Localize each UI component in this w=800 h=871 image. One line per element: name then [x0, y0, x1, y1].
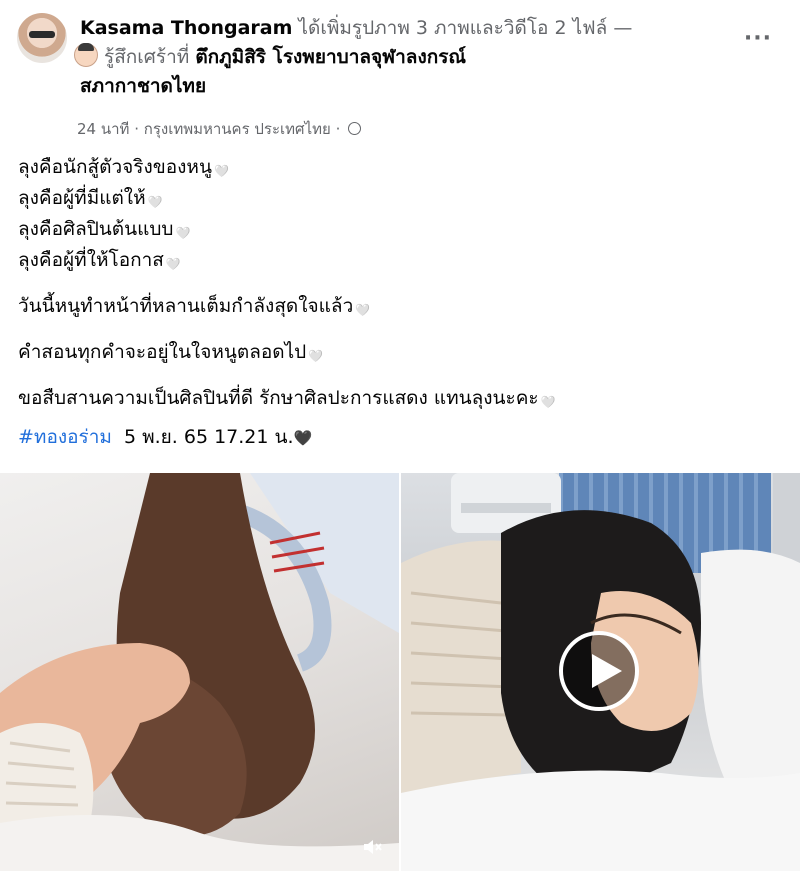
body-line: ลุงคือผู้ที่ให้โอกาส 🤍	[18, 245, 788, 276]
globe-icon	[348, 122, 362, 135]
post-meta: 24 นาที · กรุงเทพมหานคร ประเทศไทย ·	[77, 117, 362, 141]
meta-separator-2: ·	[330, 120, 346, 138]
hashtag-link[interactable]: #ทองอร่าม	[18, 426, 112, 448]
white-heart-icon: 🤍	[175, 226, 191, 240]
post-time[interactable]: 24 นาที	[77, 120, 129, 138]
white-heart-icon: 🤍	[165, 257, 181, 271]
place-name-2[interactable]: สภากาชาดไทย	[80, 75, 206, 97]
post-header: Kasama Thongaram ได้เพิ่มรูปภาพ 3 ภาพและ…	[0, 0, 800, 150]
body-paragraph: ขอสืบสานความเป็นศิลปินที่ดี รักษาศิลปะกา…	[18, 383, 788, 414]
volume-icon[interactable]	[361, 835, 385, 859]
post-location[interactable]: กรุงเทพมหานคร ประเทศไทย	[144, 120, 331, 138]
body-para-3: คำสอนทุกคำจะอยู่ในใจหนูตลอดไป	[18, 341, 307, 363]
sad-face-icon	[74, 43, 98, 67]
more-options-button[interactable]: ···	[744, 26, 772, 51]
avatar[interactable]	[17, 13, 67, 63]
facebook-post: Kasama Thongaram ได้เพิ่มรูปภาพ 3 ภาพและ…	[0, 0, 800, 871]
post-body: ลุงคือนักสู้ตัวจริงของหนู 🤍 ลุงคือผู้ที่ม…	[18, 152, 788, 453]
body-line-text-1: ลุงคือนักสู้ตัวจริงของหนู	[18, 156, 212, 178]
body-para-2: วันนี้หนูทำหน้าที่หลานเต็มกำลังสุดใจแล้ว	[18, 295, 354, 317]
white-heart-icon: 🤍	[213, 164, 229, 178]
black-heart-icon: 🖤	[293, 429, 313, 447]
video-thumbnail[interactable]	[401, 473, 800, 871]
body-line-text-2: ลุงคือผู้ที่มีแต่ให้	[18, 187, 146, 209]
white-heart-icon: 🤍	[540, 395, 556, 409]
white-heart-icon: 🤍	[147, 195, 163, 209]
body-paragraph: วันนี้หนูทำหน้าที่หลานเต็มกำลังสุดใจแล้ว…	[18, 291, 788, 322]
media-grid	[0, 473, 800, 871]
body-line: ลุงคือศิลปินต้นแบบ 🤍	[18, 214, 788, 245]
body-line-text-3: ลุงคือศิลปินต้นแบบ	[18, 218, 174, 240]
white-heart-icon: 🤍	[308, 349, 324, 363]
body-paragraph: คำสอนทุกคำจะอยู่ในใจหนูตลอดไป 🤍	[18, 337, 788, 368]
body-para-4: ขอสืบสานความเป็นศิลปินที่ดี รักษาศิลปะกา…	[18, 387, 539, 409]
body-line: ลุงคือผู้ที่มีแต่ให้ 🤍	[18, 183, 788, 214]
hashtag-line: #ทองอร่าม 5 พ.ย. 65 17.21 น.🖤	[18, 422, 788, 453]
post-date-text: 5 พ.ย. 65 17.21 น.	[123, 426, 294, 448]
white-heart-icon: 🤍	[355, 303, 371, 317]
photo-holding-hands[interactable]	[0, 473, 399, 871]
photo-holding-hands-graphic	[0, 473, 399, 871]
body-line-text-4: ลุงคือผู้ที่ให้โอกาส	[18, 249, 164, 271]
post-headline: Kasama Thongaram ได้เพิ่มรูปภาพ 3 ภาพและ…	[74, 14, 730, 101]
body-line: ลุงคือนักสู้ตัวจริงของหนู 🤍	[18, 152, 788, 183]
post-action: ได้เพิ่มรูปภาพ 3 ภาพและวิดีโอ 2 ไฟล์ —	[292, 17, 633, 39]
feeling-prefix: รู้สึกเศร้าที่	[104, 46, 196, 68]
play-icon[interactable]	[559, 631, 639, 711]
meta-separator: ·	[129, 120, 144, 138]
author-name[interactable]: Kasama Thongaram	[80, 17, 292, 39]
place-name[interactable]: ตึกภูมิสิริ โรงพยาบาลจุฬาลงกรณ์	[195, 46, 466, 68]
